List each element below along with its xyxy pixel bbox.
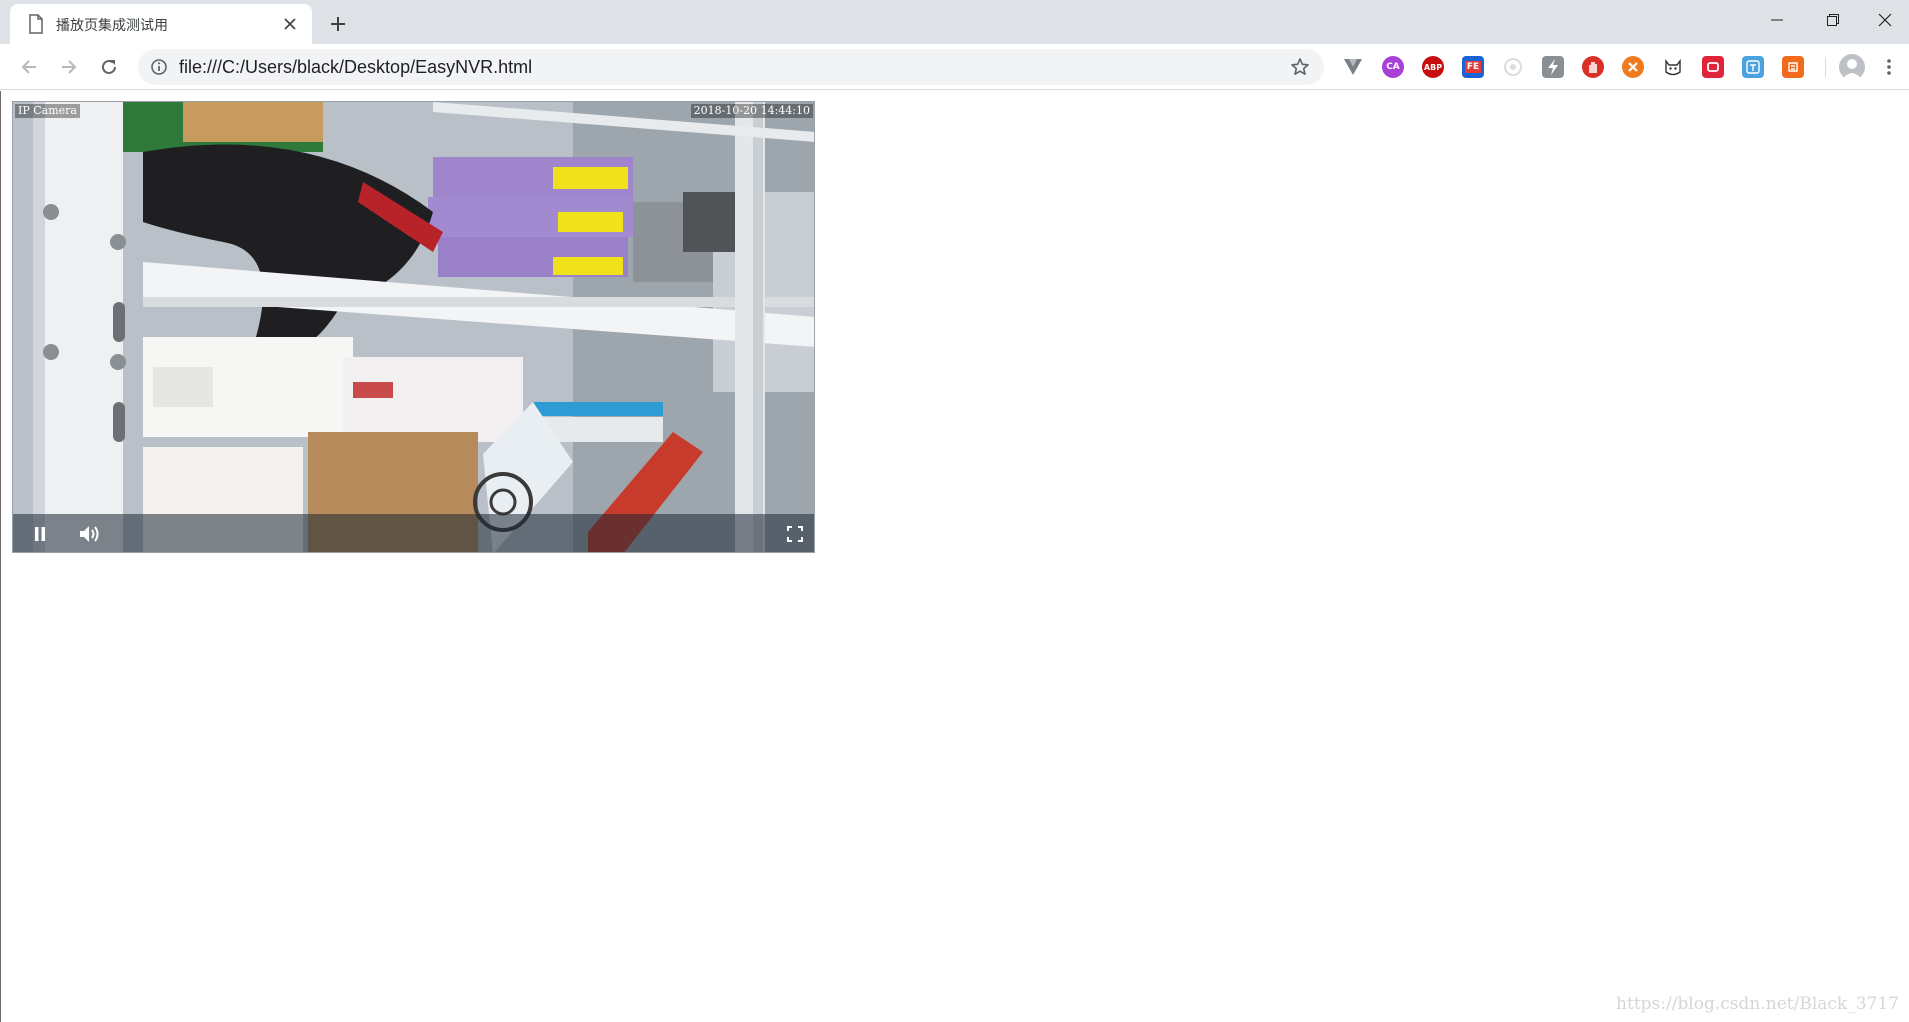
address-bar[interactable]: file:///C:/Users/black/Desktop/EasyNVR.h… xyxy=(138,49,1324,85)
fullscreen-icon xyxy=(787,526,803,542)
orange-square-extension-icon[interactable] xyxy=(1782,56,1804,78)
tab-close-icon[interactable] xyxy=(280,14,300,34)
tab-strip: 播放页集成测试用 xyxy=(0,0,1909,44)
browser-tab[interactable]: 播放页集成测试用 xyxy=(10,4,312,44)
arrow-left-icon xyxy=(21,60,36,74)
pause-icon xyxy=(35,527,45,541)
fullscreen-button[interactable] xyxy=(784,523,806,545)
restore-button[interactable] xyxy=(1805,0,1861,40)
site-info-icon[interactable] xyxy=(150,58,168,76)
timestamp-overlay: 2018-10-20 14:44:10 xyxy=(690,104,813,118)
close-icon xyxy=(1878,13,1892,27)
fe-helper-icon[interactable]: FE xyxy=(1462,56,1484,78)
kebab-menu-icon xyxy=(1887,59,1891,75)
fe-extension-label: FE xyxy=(1464,61,1482,73)
ca-extension-icon[interactable]: CA xyxy=(1382,56,1404,78)
video-frame xyxy=(13,102,814,552)
lightning-extension-icon[interactable] xyxy=(1542,56,1564,78)
speaker-icon xyxy=(80,526,99,542)
plus-icon xyxy=(331,17,345,31)
toolbar-separator xyxy=(1825,57,1826,77)
person-icon xyxy=(1842,59,1862,80)
tab-title: 播放页集成测试用 xyxy=(56,18,168,34)
player-control-bar xyxy=(13,514,814,552)
back-button[interactable] xyxy=(15,53,43,81)
translate-extension-icon[interactable] xyxy=(1742,56,1764,78)
camera-name-overlay: IP Camera xyxy=(15,104,80,118)
vimium-icon[interactable] xyxy=(1342,56,1364,78)
page-content: IP Camera 2018-10-20 14:44:10 https://bl… xyxy=(0,91,1909,1022)
page-document-icon xyxy=(28,14,44,34)
red-square-extension-icon[interactable] xyxy=(1702,56,1724,78)
orange-x-extension-icon[interactable] xyxy=(1622,56,1644,78)
bookmark-star-icon[interactable] xyxy=(1290,57,1310,77)
abp-extension-label: ABP xyxy=(1423,62,1443,72)
browser-menu-button[interactable] xyxy=(1883,57,1895,77)
close-window-button[interactable] xyxy=(1861,0,1909,40)
minimize-button[interactable] xyxy=(1749,0,1805,40)
reload-button[interactable] xyxy=(95,53,123,81)
restore-icon xyxy=(1827,14,1839,26)
url-text[interactable]: file:///C:/Users/black/Desktop/EasyNVR.h… xyxy=(179,57,532,78)
ca-extension-label: CA xyxy=(1386,62,1400,72)
reload-icon xyxy=(102,59,116,74)
forward-button[interactable] xyxy=(55,53,83,81)
video-player[interactable]: IP Camera 2018-10-20 14:44:10 xyxy=(12,101,815,553)
adblock-plus-icon[interactable]: ABP xyxy=(1422,56,1444,78)
volume-button[interactable] xyxy=(79,523,101,545)
arrow-right-icon xyxy=(62,60,77,74)
pause-button[interactable] xyxy=(29,523,51,545)
new-tab-button[interactable] xyxy=(324,10,352,38)
browser-toolbar: file:///C:/Users/black/Desktop/EasyNVR.h… xyxy=(0,44,1909,90)
minimize-icon xyxy=(1771,19,1783,21)
cat-extension-icon[interactable] xyxy=(1662,56,1684,78)
watermark-text: https://blog.csdn.net/Black_3717 xyxy=(1616,994,1899,1014)
grey-circle-extension-icon[interactable] xyxy=(1502,56,1524,78)
profile-avatar[interactable] xyxy=(1839,54,1865,80)
stop-hand-extension-icon[interactable] xyxy=(1582,56,1604,78)
